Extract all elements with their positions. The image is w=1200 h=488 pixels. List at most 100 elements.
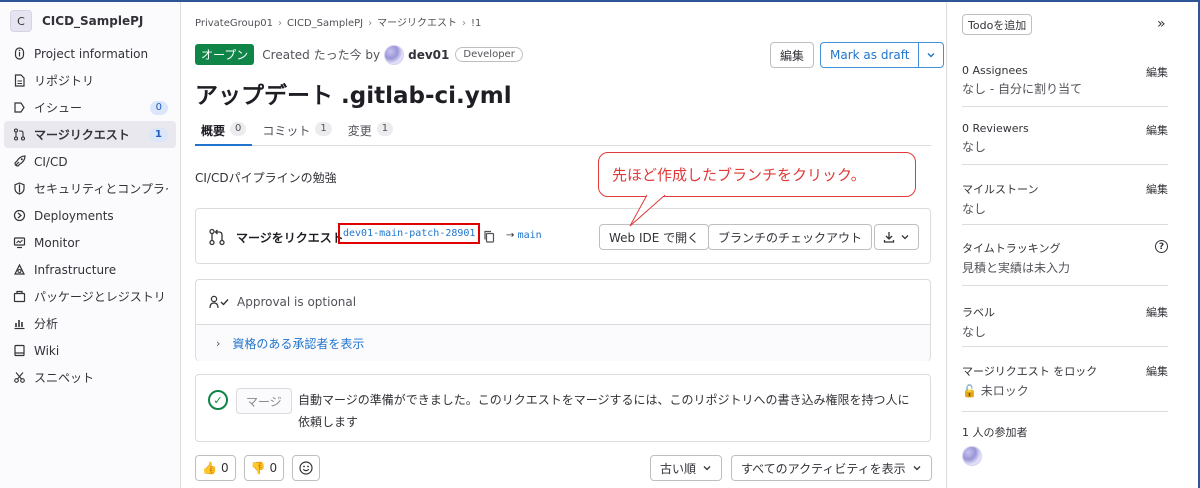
breadcrumb-separator: › — [461, 18, 466, 29]
edit-button[interactable]: 編集 — [770, 42, 815, 68]
sidebar-item-issues[interactable]: イシュー 0 — [4, 94, 176, 121]
draft-dropdown-button[interactable] — [918, 42, 945, 68]
sidebar-nav: Project information リポジトリイシュー 0 マージリクエスト 1 CI… — [0, 40, 180, 391]
sidebar-item-label: Deployments — [34, 208, 114, 223]
show-approvers-link[interactable]: 資格のある承認者を表示 — [232, 335, 364, 352]
book-icon — [12, 344, 26, 358]
sidebar-item-label: Infrastructure — [34, 262, 117, 277]
thumbs-up-icon: 👍 — [202, 461, 217, 475]
lock-value: 未ロック — [980, 384, 1029, 398]
tab-overview[interactable]: 概要 0 — [195, 116, 253, 146]
breadcrumb-separator: › — [278, 18, 283, 29]
collapse-sidebar-icon[interactable]: » — [1157, 16, 1166, 32]
sidebar-item-snippet[interactable]: スニペット — [4, 364, 176, 391]
sidebar-item-document[interactable]: リポジトリ — [4, 67, 176, 94]
smiley-icon — [299, 461, 313, 475]
sidebar-item-label: スニペット — [34, 371, 95, 385]
author-avatar[interactable] — [384, 44, 405, 65]
approval-row: Approval is optional — [196, 280, 930, 324]
reviewers-section: 0 Reviewers なし 編集 — [962, 122, 1168, 165]
role-badge: Developer — [455, 47, 523, 62]
sidebar-item-info[interactable]: Project information — [4, 40, 176, 67]
sidebar-item-monitor[interactable]: Monitor — [4, 229, 176, 256]
sidebar-item-deployments[interactable]: Deployments — [4, 202, 176, 229]
thumbs-down-button[interactable]: 👎 0 — [243, 455, 285, 481]
source-branch-link[interactable]: dev01-main-patch-28901 — [338, 223, 481, 244]
sidebar-item-book[interactable]: Wiki — [4, 337, 176, 364]
assignees-value[interactable]: なし - 自分に割り当て — [962, 80, 1168, 97]
sidebar-item-label: セキュリティとコンプライアンス — [34, 182, 168, 196]
breadcrumb-item-group[interactable]: PrivateGroup01 — [195, 18, 273, 29]
checkout-branch-button[interactable]: ブランチのチェックアウト — [708, 224, 873, 250]
sidebar-item-shield[interactable]: セキュリティとコンプライアンス — [4, 175, 176, 202]
milestone-edit-link[interactable]: 編集 — [1146, 181, 1168, 197]
merge-request-icon — [12, 128, 26, 142]
chevron-down-icon — [927, 53, 935, 58]
main-content: PrivateGroup01 › CICD_SamplePJ › マージリクエスト › !1… — [195, 2, 945, 488]
check-circle-icon: ✓ — [208, 390, 228, 410]
approval-user-icon — [209, 295, 229, 309]
assignees-edit-link[interactable]: 編集 — [1146, 64, 1168, 80]
created-text: Created たった今 by — [262, 48, 381, 62]
tab-overview-count: 0 — [230, 122, 247, 136]
breadcrumb-separator: › — [368, 18, 373, 29]
annotation-callout: 先ほど作成したブランチをクリック。 — [598, 152, 916, 197]
sort-order-dropdown[interactable]: 古い順 — [650, 455, 723, 481]
download-dropdown-button[interactable] — [874, 224, 919, 250]
deployments-icon — [12, 209, 26, 223]
show-approvers-toggle[interactable]: › 資格のある承認者を表示 — [196, 324, 930, 361]
project-header[interactable]: C CICD_SamplePJ — [0, 2, 180, 40]
time-tracking-section: タイムトラッキング 見積と実績は未入力 ? — [962, 240, 1168, 286]
sidebar-item-label: リポジトリ — [34, 74, 95, 88]
sidebar-item-label: Monitor — [34, 235, 80, 250]
add-todo-button[interactable]: Todoを追加 — [962, 14, 1033, 35]
author-name[interactable]: dev01 — [408, 48, 449, 62]
tab-changes[interactable]: 変更 1 — [342, 116, 399, 146]
download-icon — [883, 232, 895, 243]
merge-button[interactable]: マージ — [236, 388, 292, 414]
participants-title: 1 人の参加者 — [962, 426, 1028, 439]
sidebar-item-package[interactable]: パッケージとレジストリ — [4, 283, 176, 310]
lock-section: マージリクエスト をロック 🔓 未ロック 編集 — [962, 363, 1168, 412]
lock-edit-link[interactable]: 編集 — [1146, 363, 1168, 379]
participant-avatar[interactable] — [962, 446, 982, 466]
project-avatar: C — [10, 10, 32, 32]
time-tracking-value: 見積と実績は未入力 — [962, 261, 1071, 275]
target-branch-link[interactable]: main — [518, 230, 542, 241]
milestone-title: マイルストーン — [962, 183, 1039, 196]
sidebar-item-cloud[interactable]: Infrastructure — [4, 256, 176, 283]
sidebar-item-chart[interactable]: 分析 — [4, 310, 176, 337]
arrow-icon: → — [506, 230, 515, 241]
open-web-ide-button[interactable]: Web IDE で開く — [599, 224, 710, 250]
activity-filter-label: すべてのアクティビティを表示 — [741, 461, 906, 476]
labels-edit-link[interactable]: 編集 — [1146, 304, 1168, 320]
sidebar-item-rocket[interactable]: CI/CD — [4, 148, 176, 175]
breadcrumb-item-mr-id[interactable]: !1 — [471, 18, 481, 29]
breadcrumb-item-merge-requests[interactable]: マージリクエスト — [377, 18, 457, 29]
thumbs-up-button[interactable]: 👍 0 — [195, 455, 236, 481]
award-emoji-bar: 👍 0 👎 0 — [195, 455, 321, 481]
tab-changes-label: 変更 — [347, 124, 372, 138]
breadcrumb-item-project[interactable]: CICD_SamplePJ — [287, 18, 363, 29]
draft-button-group: Mark as draft — [820, 42, 945, 68]
reviewers-edit-link[interactable]: 編集 — [1146, 122, 1168, 138]
snippet-icon — [12, 371, 26, 385]
mark-as-draft-button[interactable]: Mark as draft — [820, 42, 920, 68]
help-icon[interactable]: ? — [1155, 240, 1168, 253]
sidebar-item-label: マージリクエスト — [34, 128, 130, 142]
tab-commits[interactable]: コミット 1 — [256, 116, 337, 146]
mr-description: CI/CDパイプラインの勉強 — [195, 171, 337, 185]
lock-value-row: 🔓 未ロック — [962, 382, 1168, 399]
sidebar-item-label: 分析 — [34, 317, 59, 331]
activity-filter-dropdown[interactable]: すべてのアクティビティを表示 — [731, 455, 932, 481]
breadcrumb: PrivateGroup01 › CICD_SamplePJ › マージリクエスト › !1 — [195, 14, 481, 29]
issues-icon — [12, 101, 26, 115]
copy-icon[interactable] — [483, 230, 495, 243]
package-icon — [12, 290, 26, 304]
thumbs-down-count: 0 — [269, 461, 278, 475]
add-reaction-button[interactable] — [292, 455, 321, 481]
sidebar-item-label: CI/CD — [34, 154, 68, 169]
approval-widget: Approval is optional › 資格のある承認者を表示 — [195, 279, 931, 361]
sidebar-item-merge-request[interactable]: マージリクエスト 1 — [4, 121, 176, 148]
labels-title: ラベル — [962, 306, 995, 319]
